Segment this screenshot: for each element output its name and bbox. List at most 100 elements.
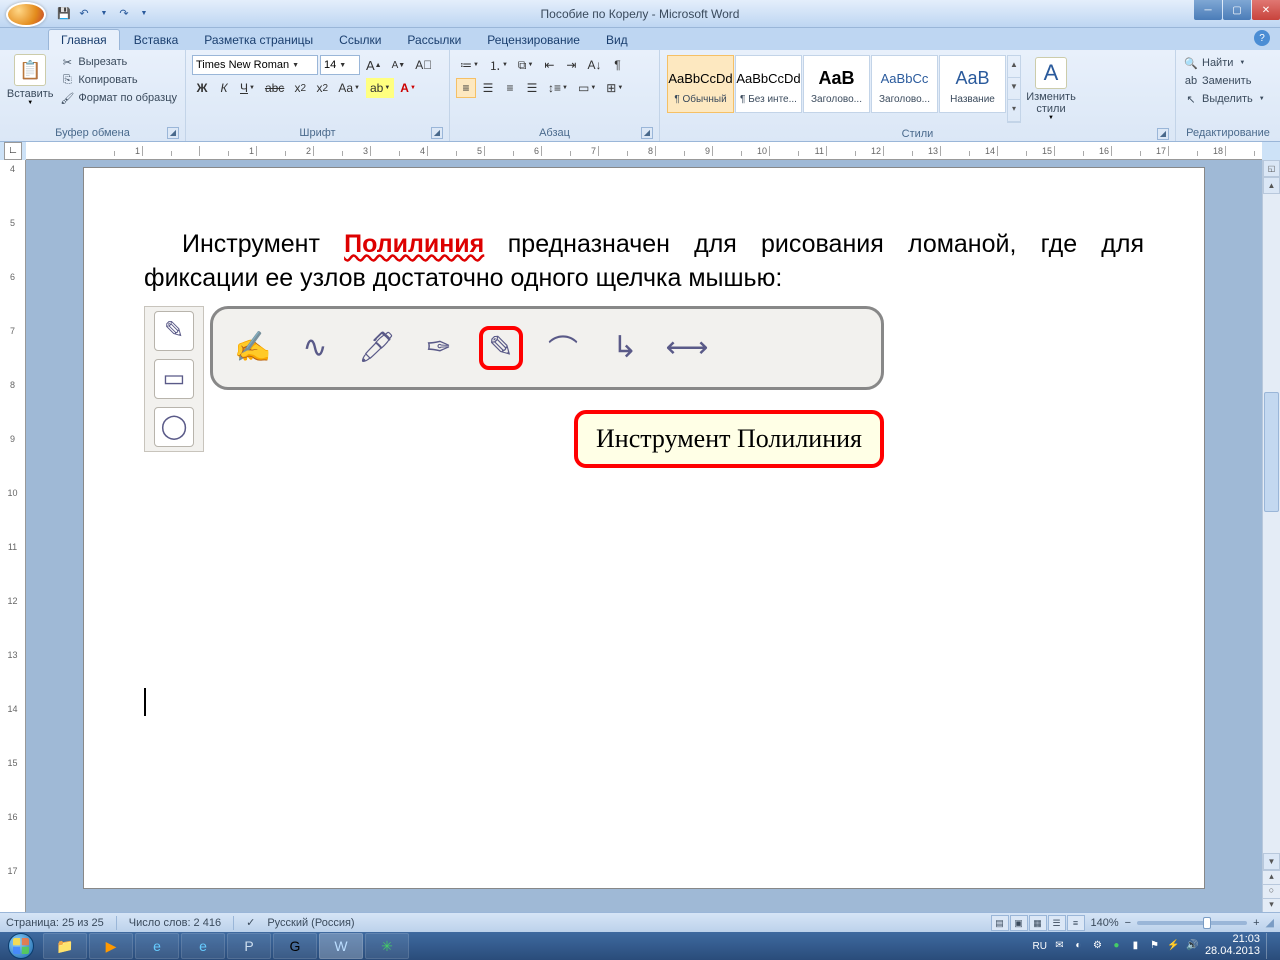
style-normal[interactable]: AaBbCcDd¶ Обычный [667, 55, 734, 113]
select-button[interactable]: ↖Выделить▼ [1182, 91, 1267, 107]
italic-button[interactable]: К [214, 78, 234, 98]
tray-lang[interactable]: RU [1032, 941, 1046, 952]
align-center-button[interactable]: ☰ [478, 78, 498, 98]
status-word-count[interactable]: Число слов: 2 416 [129, 917, 221, 929]
next-page-button[interactable]: ▾ [1263, 898, 1280, 912]
qat-customize-icon[interactable]: ▼ [136, 6, 152, 22]
tab-page-layout[interactable]: Разметка страницы [192, 30, 325, 50]
print-layout-view[interactable]: ▤ [991, 915, 1009, 931]
shrink-font-button[interactable]: A▼ [388, 55, 410, 75]
tab-selector[interactable]: ∟ [4, 142, 22, 160]
tab-view[interactable]: Вид [594, 30, 640, 50]
draft-view[interactable]: ≡ [1067, 915, 1085, 931]
scroll-thumb[interactable] [1264, 392, 1279, 512]
maximize-button[interactable]: ▢ [1223, 0, 1251, 20]
vertical-ruler[interactable]: 4567891011121314151617 [0, 160, 26, 912]
help-icon[interactable]: ? [1254, 30, 1270, 46]
status-language[interactable]: Русский (Россия) [267, 917, 354, 929]
ruler-toggle-icon[interactable]: ◱ [1263, 160, 1280, 177]
decrease-indent-button[interactable]: ⇤ [539, 55, 559, 75]
line-spacing-button[interactable]: ↕≡▼ [544, 78, 572, 98]
font-color-button[interactable]: A▼ [396, 78, 420, 98]
tab-insert[interactable]: Вставка [122, 30, 191, 50]
tray-icon-2[interactable]: ⚙ [1091, 940, 1104, 953]
close-button[interactable]: ✕ [1252, 0, 1280, 20]
shading-button[interactable]: ▭▼ [574, 78, 600, 98]
align-left-button[interactable]: ≡ [456, 78, 476, 98]
bullets-button[interactable]: ≔▼ [456, 55, 483, 75]
style-heading1[interactable]: AaBЗаголово... [803, 55, 870, 113]
tray-volume-icon[interactable]: 🔊 [1186, 940, 1199, 953]
subscript-button[interactable]: x2 [290, 78, 310, 98]
change-styles-button[interactable]: A Изменить стили ▼ [1021, 55, 1081, 123]
taskbar-chrome[interactable]: G [273, 933, 317, 959]
proofing-icon[interactable]: ✓ [246, 916, 255, 929]
style-no-spacing[interactable]: AaBbCcDd¶ Без инте... [735, 55, 802, 113]
zoom-slider[interactable] [1137, 921, 1247, 925]
taskbar-wmplayer[interactable]: ▶ [89, 933, 133, 959]
bold-button[interactable]: Ж [192, 78, 212, 98]
increase-indent-button[interactable]: ⇥ [561, 55, 581, 75]
tab-mailings[interactable]: Рассылки [395, 30, 473, 50]
cut-button[interactable]: ✂Вырезать [58, 54, 179, 70]
scroll-down-button[interactable]: ▼ [1263, 853, 1280, 870]
tray-power-icon[interactable]: ⚡ [1167, 940, 1180, 953]
taskbar-word[interactable]: W [319, 933, 363, 959]
zoom-level[interactable]: 140% [1091, 917, 1119, 929]
full-screen-view[interactable]: ▣ [1010, 915, 1028, 931]
style-title[interactable]: AaBНазвание [939, 55, 1006, 113]
taskbar-ie[interactable]: e [135, 933, 179, 959]
web-layout-view[interactable]: ▦ [1029, 915, 1047, 931]
show-marks-button[interactable]: ¶ [607, 55, 627, 75]
scroll-up-button[interactable]: ▲ [1263, 177, 1280, 194]
font-dialog-launcher[interactable]: ◢ [431, 127, 443, 139]
paragraph-dialog-launcher[interactable]: ◢ [641, 127, 653, 139]
document-scroll[interactable]: Инструмент Полилиния предназначен для ри… [26, 160, 1262, 912]
show-desktop-button[interactable] [1266, 933, 1274, 959]
zoom-in-button[interactable]: + [1253, 917, 1259, 929]
taskbar-explorer[interactable]: 📁 [43, 933, 87, 959]
undo-icon[interactable]: ↶ [76, 6, 92, 22]
start-button[interactable] [0, 932, 42, 960]
format-painter-button[interactable]: 🖌Формат по образцу [58, 90, 179, 106]
scroll-track[interactable] [1263, 194, 1280, 853]
styles-dialog-launcher[interactable]: ◢ [1157, 128, 1169, 140]
undo-dropdown-icon[interactable]: ▼ [96, 6, 112, 22]
clear-formatting-button[interactable]: A⃠ [411, 55, 436, 75]
superscript-button[interactable]: x2 [312, 78, 332, 98]
multilevel-list-button[interactable]: ⧉▼ [514, 55, 538, 75]
office-button[interactable] [6, 2, 46, 27]
tab-home[interactable]: Главная [48, 29, 120, 50]
horizontal-ruler[interactable]: 112345678910111213141516171819 [26, 142, 1262, 160]
style-heading2[interactable]: AaBbCcЗаголово... [871, 55, 938, 113]
grow-font-button[interactable]: A▲ [362, 55, 386, 75]
clipboard-dialog-launcher[interactable]: ◢ [167, 127, 179, 139]
strikethrough-button[interactable]: abc [261, 78, 288, 98]
sort-button[interactable]: A↓ [583, 55, 605, 75]
prev-page-button[interactable]: ▴ [1263, 870, 1280, 884]
taskbar-app-green[interactable]: ✳ [365, 933, 409, 959]
find-button[interactable]: 🔍Найти▼ [1182, 55, 1267, 71]
copy-button[interactable]: ⎘Копировать [58, 72, 179, 88]
replace-button[interactable]: abЗаменить [1182, 73, 1267, 89]
document-text[interactable]: Инструмент Полилиния предназначен для ри… [144, 228, 1144, 296]
change-case-button[interactable]: Aa▼ [334, 78, 364, 98]
justify-button[interactable]: ☰ [522, 78, 542, 98]
tray-icon-1[interactable]: ◐ [1072, 940, 1085, 953]
align-right-button[interactable]: ≡ [500, 78, 520, 98]
redo-icon[interactable]: ↷ [116, 6, 132, 22]
save-icon[interactable]: 💾 [56, 6, 72, 22]
zoom-slider-handle[interactable] [1203, 917, 1211, 929]
taskbar-ie2[interactable]: e [181, 933, 225, 959]
tray-clock[interactable]: 21:03 28.04.2013 [1205, 934, 1260, 957]
resize-grip-icon[interactable]: ◢ [1266, 916, 1274, 929]
borders-button[interactable]: ⊞▼ [602, 78, 627, 98]
tray-mail-icon[interactable]: ✉ [1053, 940, 1066, 953]
numbering-button[interactable]: ⒈▼ [485, 55, 512, 75]
vertical-scrollbar[interactable]: ◱ ▲ ▼ ▴ ○ ▾ [1262, 160, 1280, 912]
underline-button[interactable]: Ч▼ [236, 78, 259, 98]
font-name-combo[interactable]: Times New Roman▼ [192, 55, 318, 75]
tray-icon-3[interactable]: ● [1110, 940, 1123, 953]
tray-network-icon[interactable]: ▮ [1129, 940, 1142, 953]
styles-gallery-nav[interactable]: ▲▼▾ [1007, 55, 1021, 123]
